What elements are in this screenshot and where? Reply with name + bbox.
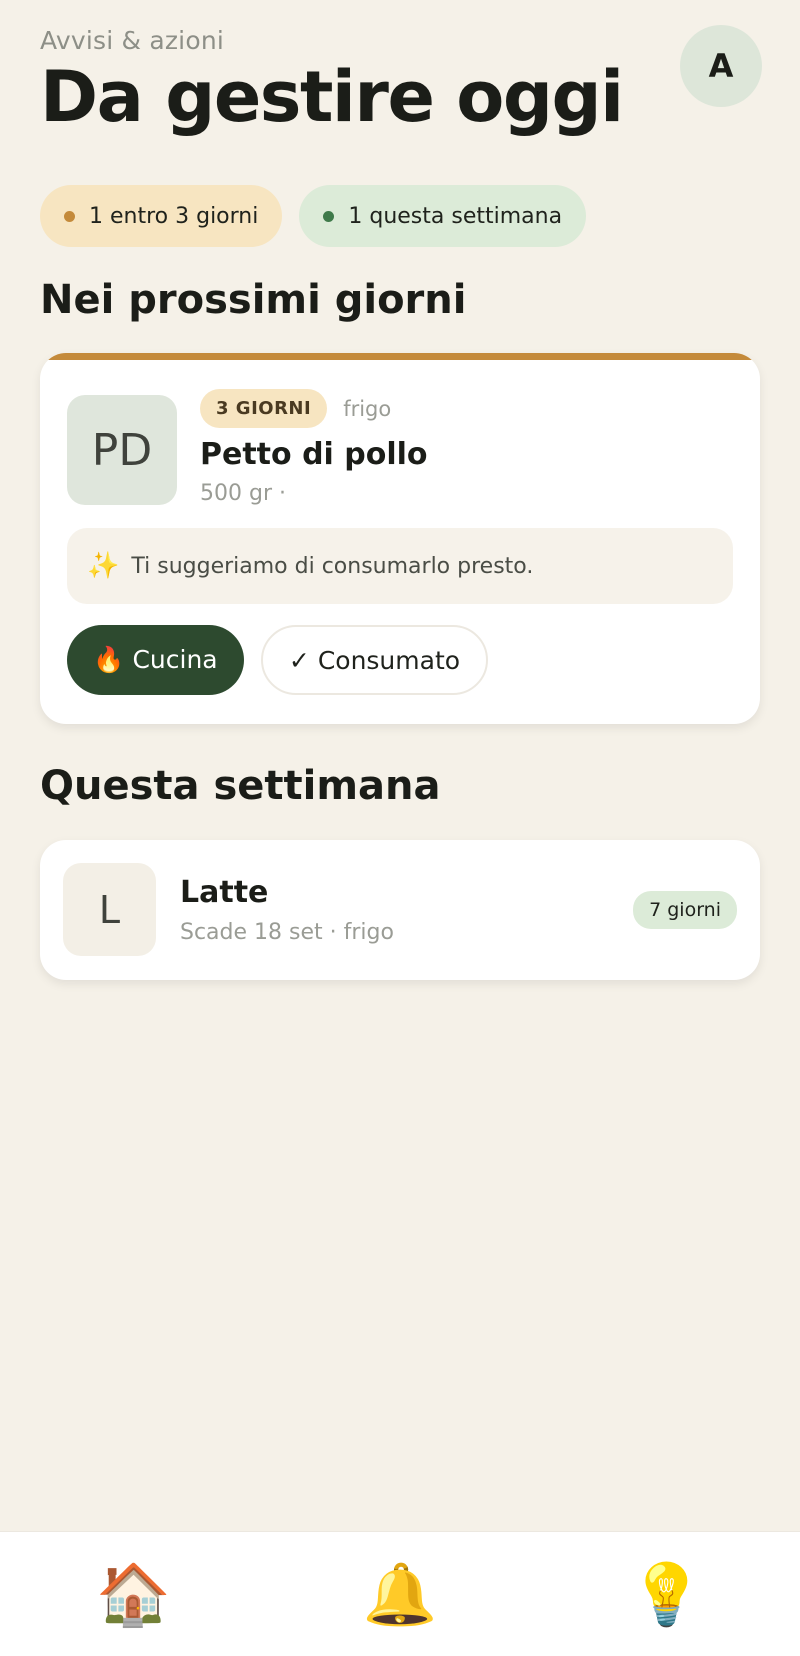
- cook-button[interactable]: 🔥 Cucina: [67, 625, 244, 695]
- location-label: frigo: [343, 396, 392, 421]
- urgency-bar: [40, 353, 760, 360]
- item-quantity: 500 gr ·: [200, 481, 286, 506]
- page-eyebrow: Avvisi & azioni: [40, 26, 225, 55]
- lightbulb-icon[interactable]: 💡: [607, 1544, 727, 1644]
- pill-label: 1 questa settimana: [348, 203, 563, 229]
- days-remaining-badge: 7 giorni: [633, 891, 737, 929]
- item-expiry-meta: Scade 18 set · frigo: [180, 920, 394, 945]
- bell-icon[interactable]: 🔔: [340, 1544, 460, 1644]
- page-header: Avvisi & azioni Da gestire oggi: [40, 26, 760, 135]
- avatar[interactable]: A: [680, 25, 762, 107]
- pill-within-3-days[interactable]: 1 entro 3 giorni: [40, 185, 283, 247]
- week-item-card[interactable]: L Latte Scade 18 set · frigo 7 giorni: [40, 840, 760, 980]
- page-title: Da gestire oggi: [40, 56, 624, 138]
- bottom-tab-bar: 🏠 🔔 💡: [0, 1531, 800, 1656]
- days-badge: 3 GIORNI: [200, 389, 328, 428]
- urgent-item-card[interactable]: PD 3 GIORNI frigo Petto di pollo 500 gr …: [40, 353, 760, 724]
- item-name: Petto di pollo: [200, 437, 428, 472]
- summary-pills: 1 entro 3 giorni 1 questa settimana: [40, 185, 587, 247]
- pill-this-week[interactable]: 1 questa settimana: [299, 185, 587, 247]
- item-initials-tile: PD: [67, 395, 177, 505]
- sparkles-icon: ✨: [87, 551, 120, 581]
- amber-dot-icon: [64, 210, 75, 222]
- section-title-upcoming: Nei prossimi giorni: [40, 277, 467, 323]
- green-dot-icon: [323, 210, 335, 222]
- item-initial-tile: L: [63, 863, 156, 956]
- suggestion-box: ✨ Ti suggeriamo di consumarlo presto.: [67, 528, 733, 604]
- item-meta-row: 3 GIORNI frigo: [200, 389, 391, 428]
- consumed-button[interactable]: ✓ Consumato: [261, 625, 488, 695]
- section-title-week: Questa settimana: [40, 763, 441, 809]
- suggestion-text: Ti suggeriamo di consumarlo presto.: [131, 553, 534, 579]
- home-icon[interactable]: 🏠: [73, 1544, 193, 1644]
- pill-label: 1 entro 3 giorni: [89, 203, 259, 229]
- item-name: Latte: [180, 875, 269, 910]
